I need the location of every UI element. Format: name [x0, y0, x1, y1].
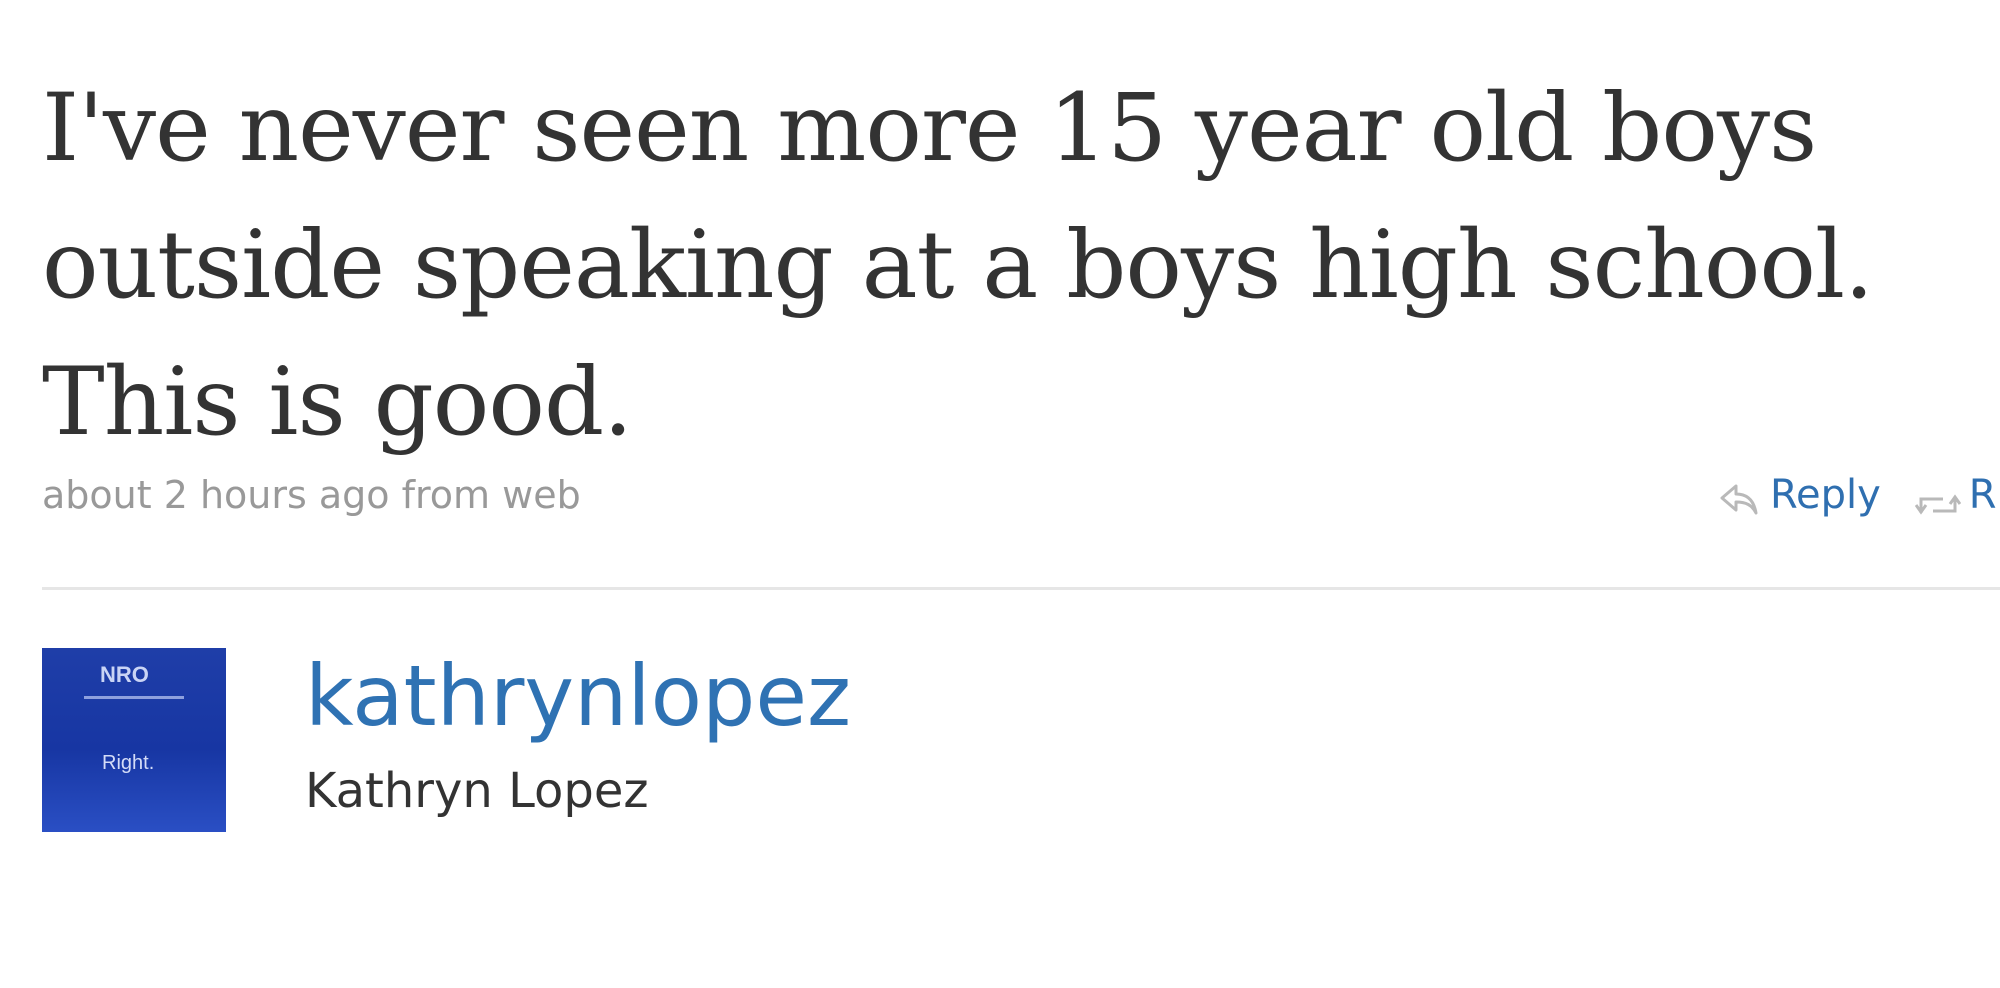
tweet-actions: Reply R — [1718, 470, 1997, 520]
author-screen-name[interactable]: kathrynlopez — [305, 646, 851, 746]
retweet-link[interactable]: R — [1969, 470, 1997, 520]
tweet-text: I've never seen more 15 year old boys ou… — [42, 74, 1874, 457]
author-full-name: Kathryn Lopez — [305, 763, 649, 819]
avatar[interactable]: NRO Right. — [42, 648, 226, 832]
reply-arrow-icon[interactable] — [1718, 478, 1760, 515]
divider — [42, 587, 2000, 590]
avatar-rule — [84, 696, 184, 699]
avatar-logo-text: NRO — [100, 662, 149, 687]
retweet-icon[interactable] — [1914, 481, 1962, 515]
reply-link[interactable]: Reply — [1770, 470, 1881, 520]
tweet-timestamp: about 2 hours ago from web — [42, 473, 581, 517]
avatar-caption: Right. — [102, 752, 155, 774]
